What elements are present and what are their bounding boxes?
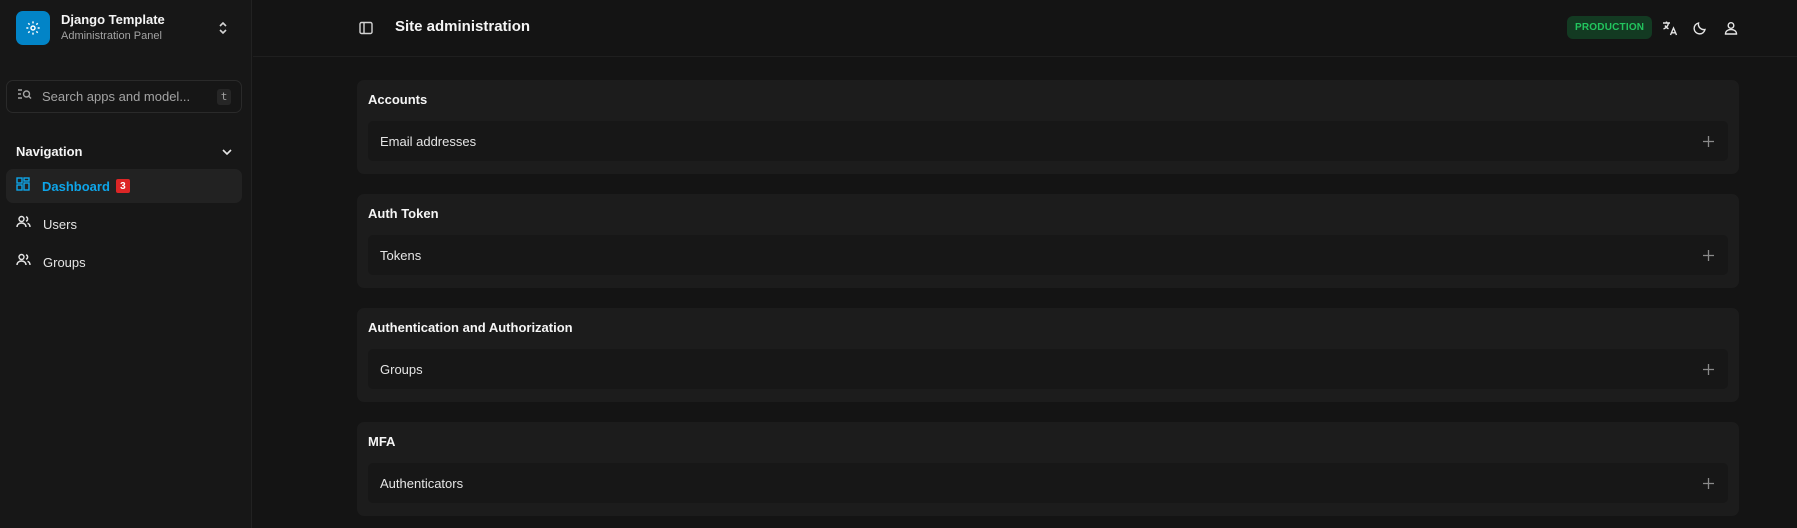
model-link[interactable]: Authenticators <box>380 476 463 491</box>
settings-logo-icon <box>16 11 50 45</box>
model-row-tokens[interactable]: Tokens <box>368 235 1728 275</box>
sidebar-item-users[interactable]: Users <box>6 207 242 241</box>
app-card-auth-token: Auth Token Tokens <box>357 194 1739 288</box>
chevron-down-icon <box>222 142 232 160</box>
app-title: Authentication and Authorization <box>368 320 573 335</box>
app-title: MFA <box>368 434 396 449</box>
model-row-email-addresses[interactable]: Email addresses <box>368 121 1728 161</box>
app-title: Auth Token <box>368 206 439 221</box>
search-shortcut: t <box>217 88 231 105</box>
users-icon <box>16 215 31 234</box>
plus-icon[interactable] <box>1700 475 1716 491</box>
sidebar-item-label: Groups <box>43 254 86 270</box>
model-row-authenticators[interactable]: Authenticators <box>368 463 1728 503</box>
app-card-accounts: Accounts Email addresses <box>357 80 1739 174</box>
dashboard-icon <box>16 176 30 196</box>
app-title: Accounts <box>368 92 428 107</box>
sidebar-item-dashboard[interactable]: Dashboard 3 <box>6 169 242 203</box>
sidebar: Django Template Administration Panel Sea… <box>0 0 252 528</box>
sidebar-toggle-icon[interactable] <box>357 19 375 37</box>
search-icon <box>17 88 32 106</box>
navigation-header[interactable]: Navigation <box>16 141 232 161</box>
model-row-groups[interactable]: Groups <box>368 349 1728 389</box>
notification-badge: 3 <box>115 179 130 193</box>
plus-icon[interactable] <box>1700 361 1716 377</box>
groups-icon <box>16 253 31 272</box>
topbar: Site administration PRODUCTION <box>253 0 1797 57</box>
sidebar-item-groups[interactable]: Groups <box>6 245 242 279</box>
sidebar-item-label: Users <box>43 216 77 232</box>
user-icon[interactable] <box>1721 18 1741 38</box>
model-link[interactable]: Email addresses <box>380 134 476 149</box>
page-title: Site administration <box>395 18 531 35</box>
search-placeholder: Search apps and model... <box>42 89 191 104</box>
plus-icon[interactable] <box>1700 133 1716 149</box>
navigation-label: Navigation <box>16 143 83 159</box>
moon-icon[interactable] <box>1690 18 1710 38</box>
app-card-authentication: Authentication and Authorization Groups <box>357 308 1739 402</box>
plus-icon[interactable] <box>1700 247 1716 263</box>
model-link[interactable]: Groups <box>380 362 423 377</box>
brand: Django Template Administration Panel <box>16 10 240 46</box>
brand-subtitle: Administration Panel <box>61 30 162 42</box>
search-input[interactable]: Search apps and model... t <box>6 80 242 113</box>
chevron-up-down-icon[interactable] <box>214 18 232 38</box>
environment-badge: PRODUCTION <box>1567 16 1653 39</box>
brand-title: Django Template <box>61 12 165 27</box>
model-link[interactable]: Tokens <box>380 248 421 263</box>
sidebar-item-label: Dashboard <box>42 178 110 194</box>
app-card-mfa: MFA Authenticators <box>357 422 1739 516</box>
translate-icon[interactable] <box>1660 18 1680 38</box>
